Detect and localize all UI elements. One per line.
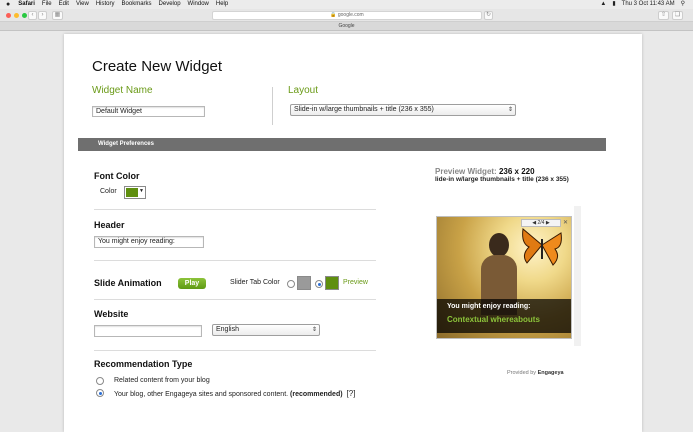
- layout-select-value: Slide-in w/large thumbnails + title (236…: [294, 106, 434, 113]
- header-heading: Header: [94, 220, 125, 230]
- tab-color-green-radio[interactable]: [315, 280, 323, 288]
- tabs-button[interactable]: ❏: [672, 11, 683, 20]
- website-url-input[interactable]: [94, 325, 202, 337]
- sidebar-button[interactable]: ▦: [52, 11, 63, 20]
- back-button[interactable]: ‹: [28, 11, 37, 20]
- forward-button[interactable]: ›: [38, 11, 47, 20]
- sponsored-content-label: Your blog, other Engageya sites and spon…: [114, 389, 355, 398]
- menu-help[interactable]: Help: [216, 0, 228, 9]
- menu-develop[interactable]: Develop: [159, 0, 181, 9]
- widget-name-input[interactable]: Default Widget: [92, 106, 205, 117]
- menu-window[interactable]: Window: [188, 0, 209, 9]
- share-button[interactable]: ⇧: [658, 11, 669, 20]
- website-heading: Website: [94, 309, 129, 319]
- menu-bookmarks[interactable]: Bookmarks: [122, 0, 152, 9]
- slide-animation-heading: Slide Animation: [94, 278, 162, 288]
- chevron-down-icon: ▼: [139, 188, 144, 194]
- preview-layout-text: lide-in w/large thumbnails + title (236 …: [435, 176, 569, 183]
- tab-color-grey-swatch[interactable]: [297, 276, 311, 290]
- next-icon[interactable]: ▶: [546, 220, 550, 226]
- select-arrows-icon: ⇕: [311, 327, 317, 333]
- caption-link[interactable]: Contextual whereabouts: [447, 315, 540, 324]
- preferences-bar: Widget Preferences: [78, 138, 606, 151]
- sponsored-content-text: Your blog, other Engageya sites and spon…: [114, 391, 289, 398]
- tab-google[interactable]: Google: [0, 22, 693, 31]
- recommended-tag: (recommended): [290, 391, 343, 398]
- minimize-window-icon[interactable]: [14, 13, 19, 18]
- layout-label: Layout: [288, 85, 319, 96]
- widget-form-panel: Create New Widget Widget Name Default Wi…: [64, 34, 642, 432]
- header-input[interactable]: You might enjoy reading:: [94, 236, 204, 248]
- menu-history[interactable]: History: [96, 0, 115, 9]
- battery-icon[interactable]: ▮: [612, 0, 615, 9]
- column-divider: [272, 87, 273, 125]
- window-controls: [6, 13, 27, 18]
- sponsored-content-radio[interactable]: [96, 389, 104, 397]
- thumbnail-person-head: [489, 233, 509, 257]
- page-content: Create New Widget Widget Name Default Wi…: [0, 31, 693, 432]
- divider: [94, 350, 376, 351]
- menu-view[interactable]: View: [76, 0, 89, 9]
- provider-brand[interactable]: Engageya: [538, 370, 564, 376]
- related-content-radio[interactable]: [96, 377, 104, 385]
- pager[interactable]: ◀ 2/4 ▶: [521, 219, 561, 227]
- address-text: google.com: [337, 12, 364, 18]
- tab-title: Google: [338, 23, 355, 29]
- status-area: ▲ ▮ Thu 3 Oct 11:43 AM ⚲: [600, 0, 685, 9]
- wifi-icon[interactable]: ▲: [600, 0, 606, 9]
- preview-widget[interactable]: ◀ 2/4 ▶ ✕ You might enjoy reading: Conte…: [436, 216, 572, 339]
- language-select[interactable]: English ⇕: [212, 324, 320, 336]
- help-link[interactable]: [?]: [347, 389, 356, 398]
- reload-button[interactable]: ↻: [484, 11, 493, 20]
- divider: [94, 260, 376, 261]
- pager-count: 2/4: [537, 220, 545, 226]
- zoom-window-icon[interactable]: [22, 13, 27, 18]
- provided-by-text: Provided by: [507, 370, 537, 376]
- address-bar[interactable]: 🔒 google.com: [212, 11, 482, 20]
- search-icon[interactable]: ⚲: [681, 0, 685, 9]
- language-select-value: English: [216, 326, 239, 333]
- preview-scrollbar[interactable]: [574, 206, 581, 346]
- browser-toolbar: ‹ › ▦ 🔒 google.com ↻ ⇧ ❏: [0, 9, 693, 22]
- widget-name-label: Widget Name: [92, 85, 153, 96]
- menu-file[interactable]: File: [42, 0, 52, 9]
- divider: [94, 209, 376, 210]
- slider-tab-color-label: Slider Tab Color: [230, 279, 280, 286]
- menu-edit[interactable]: Edit: [59, 0, 69, 9]
- caption-heading: You might enjoy reading:: [447, 303, 531, 310]
- lock-icon: 🔒: [330, 12, 337, 18]
- tab-color-grey-radio[interactable]: [287, 280, 295, 288]
- prev-icon[interactable]: ◀: [532, 220, 536, 226]
- apple-menu-icon[interactable]: ●: [6, 0, 10, 9]
- close-window-icon[interactable]: [6, 13, 11, 18]
- menu-clock[interactable]: Thu 3 Oct 11:43 AM: [622, 0, 675, 9]
- related-content-label: Related content from your blog: [114, 377, 210, 384]
- preview-link[interactable]: Preview: [343, 279, 368, 286]
- menu-bar: ● Safari File Edit View History Bookmark…: [0, 0, 693, 9]
- page-title: Create New Widget: [92, 58, 223, 75]
- tab-color-green-swatch[interactable]: [325, 276, 339, 290]
- divider: [94, 299, 376, 300]
- provided-by: Provided by Engageya: [507, 370, 564, 376]
- layout-select[interactable]: Slide-in w/large thumbnails + title (236…: [290, 104, 516, 116]
- butterfly-image: [522, 228, 562, 266]
- font-color-swatch: [126, 188, 138, 197]
- menu-safari[interactable]: Safari: [18, 0, 35, 9]
- play-button[interactable]: Play: [178, 278, 206, 289]
- close-icon[interactable]: ✕: [563, 219, 568, 226]
- font-color-heading: Font Color: [94, 171, 140, 181]
- recommendation-heading: Recommendation Type: [94, 359, 193, 369]
- select-arrows-icon: ⇕: [507, 107, 513, 113]
- font-color-picker[interactable]: ▼: [124, 186, 146, 199]
- color-label: Color: [100, 188, 117, 195]
